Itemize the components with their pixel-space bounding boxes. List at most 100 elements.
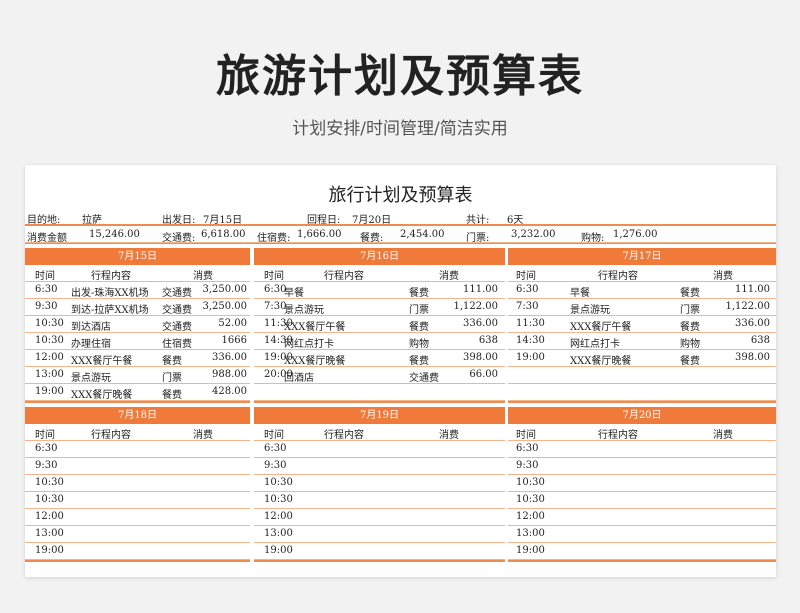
table-bottom-rule — [254, 560, 505, 562]
meals-value[interactable]: 2,454.00 — [400, 229, 445, 240]
table-row[interactable]: 12:00 — [508, 509, 776, 526]
total-days-value[interactable]: 6天 — [507, 211, 523, 226]
row-time: 6:30 — [516, 284, 539, 295]
table-row[interactable]: 9:30 到达-拉萨XX机场 交通费 3,250.00 — [25, 299, 250, 316]
table-row[interactable]: 10:30 到达酒店 交通费 52.00 — [25, 316, 250, 333]
table-bottom-rule — [25, 560, 250, 562]
table-row[interactable]: 10:30 — [25, 475, 250, 492]
table-row[interactable]: 7:30 景点游玩 门票 1,122.00 — [254, 299, 505, 316]
table-row[interactable]: 19:00 — [508, 543, 776, 560]
row-item: 回酒店 — [284, 373, 314, 384]
table-row[interactable]: 10:30 — [25, 492, 250, 509]
table-row[interactable] — [254, 384, 505, 401]
row-category: 购物 — [680, 339, 700, 350]
table-row[interactable]: 10:30 — [254, 492, 505, 509]
table-row[interactable]: 19:00 XXX餐厅晚餐 餐费 428.00 — [25, 384, 250, 401]
row-amount: 3,250.00 — [202, 284, 247, 295]
table-row[interactable]: 19:00 XXX餐厅晚餐 餐费 398.00 — [508, 350, 776, 367]
table-row[interactable]: 6:30 出发-珠海XX机场 交通费 3,250.00 — [25, 282, 250, 299]
table-row[interactable]: 11:30 XXX餐厅午餐 餐费 336.00 — [254, 316, 505, 333]
row-amount: 638 — [478, 335, 498, 346]
table-bottom-rule — [254, 401, 505, 403]
row-category: 餐费 — [409, 288, 429, 299]
table-row[interactable]: 11:30 XXX餐厅午餐 餐费 336.00 — [508, 316, 776, 333]
row-amount: 3,250.00 — [202, 301, 247, 312]
row-category: 交通费 — [162, 288, 192, 299]
table-row[interactable]: 19:00 — [25, 543, 250, 560]
tickets-value[interactable]: 3,232.00 — [511, 229, 556, 240]
table-row[interactable]: 10:30 — [508, 475, 776, 492]
destination-label: 目的地: — [27, 215, 61, 226]
table-row[interactable]: 13:00 — [254, 526, 505, 543]
depart-value[interactable]: 7月15日 — [203, 211, 242, 226]
table-row[interactable]: 6:30 — [254, 441, 505, 458]
table-row[interactable]: 6:30 早餐 餐费 111.00 — [254, 282, 505, 299]
table-row[interactable]: 6:30 — [25, 441, 250, 458]
column-header-cost: 消费 — [439, 271, 459, 282]
return-value[interactable]: 7月20日 — [352, 211, 391, 226]
table-row[interactable]: 6:30 早餐 餐费 111.00 — [508, 282, 776, 299]
table-row[interactable]: 9:30 — [508, 458, 776, 475]
row-amount: 988.00 — [212, 369, 247, 380]
row-time: 7:30 — [516, 301, 539, 312]
table-row[interactable]: 9:30 — [25, 458, 250, 475]
shopping-value[interactable]: 1,276.00 — [613, 229, 658, 240]
table-row[interactable]: 10:30 办理住宿 住宿费 1666 — [25, 333, 250, 350]
table-row[interactable]: 13:00 — [25, 526, 250, 543]
row-category: 门票 — [162, 373, 182, 384]
row-time: 10:30 — [516, 477, 545, 488]
row-time: 19:00 — [516, 352, 545, 363]
table-row[interactable] — [508, 384, 776, 401]
day-date-header: 7月19日 — [254, 407, 505, 424]
row-amount: 336.00 — [212, 352, 247, 363]
row-time: 6:30 — [35, 443, 58, 454]
destination-value[interactable]: 拉萨 — [82, 211, 102, 226]
table-row[interactable]: 14:30 网红点打卡 购物 638 — [508, 333, 776, 350]
row-amount: 1666 — [221, 335, 247, 346]
table-row[interactable]: 20:00 回酒店 交通费 66.00 — [254, 367, 505, 384]
row-item: XXX餐厅午餐 — [71, 356, 133, 367]
row-time: 13:00 — [516, 528, 545, 539]
total-days-label: 共计: — [466, 215, 490, 226]
day-table: 7月19日 时间 行程内容 消费 6:30 9:30 10:30 10:30 12:00 13:0… — [254, 407, 505, 562]
table-row[interactable]: 14:30 网红点打卡 购物 638 — [254, 333, 505, 350]
table-row[interactable]: 12:00 — [25, 509, 250, 526]
row-item: XXX餐厅晚餐 — [71, 390, 133, 401]
table-row[interactable]: 9:30 — [254, 458, 505, 475]
row-item: 早餐 — [570, 288, 590, 299]
table-row[interactable]: 10:30 — [254, 475, 505, 492]
transport-value[interactable]: 6,618.00 — [201, 229, 246, 240]
table-row[interactable]: 12:00 — [254, 509, 505, 526]
lodging-value[interactable]: 1,666.00 — [297, 229, 342, 240]
table-row[interactable]: 6:30 — [508, 441, 776, 458]
row-item: XXX餐厅午餐 — [284, 322, 346, 333]
table-row[interactable]: 13:00 景点游玩 门票 988.00 — [25, 367, 250, 384]
row-time: 12:00 — [516, 511, 545, 522]
return-label: 回程日: — [307, 215, 341, 226]
row-time: 6:30 — [516, 443, 539, 454]
table-row[interactable]: 19:00 XXX餐厅晚餐 餐费 398.00 — [254, 350, 505, 367]
column-header-cost: 消费 — [713, 271, 733, 282]
table-row[interactable]: 13:00 — [508, 526, 776, 543]
row-amount: 398.00 — [735, 352, 770, 363]
row-time: 9:30 — [35, 301, 58, 312]
row-time: 11:30 — [516, 318, 545, 329]
total-spend-value[interactable]: 15,246.00 — [89, 229, 140, 240]
row-amount: 398.00 — [463, 352, 498, 363]
table-row[interactable]: 19:00 — [254, 543, 505, 560]
column-header-time: 时间 — [35, 430, 55, 441]
row-time: 12:00 — [264, 511, 293, 522]
day-date-header: 7月16日 — [254, 248, 505, 265]
table-row[interactable]: 7:30 景点游玩 门票 1,122.00 — [508, 299, 776, 316]
row-time: 12:00 — [35, 352, 64, 363]
row-amount: 111.00 — [735, 284, 770, 295]
row-amount: 336.00 — [463, 318, 498, 329]
day-table: 7月15日 时间 行程内容 消费 6:30 出发-珠海XX机场 交通费 3,250.00 9:3… — [25, 248, 250, 403]
table-row[interactable]: 12:00 XXX餐厅午餐 餐费 336.00 — [25, 350, 250, 367]
day-date-header: 7月18日 — [25, 407, 250, 424]
row-category: 餐费 — [162, 390, 182, 401]
table-row[interactable]: 10:30 — [508, 492, 776, 509]
row-amount: 66.00 — [469, 369, 498, 380]
table-row[interactable] — [508, 367, 776, 384]
row-time: 19:00 — [264, 545, 293, 556]
